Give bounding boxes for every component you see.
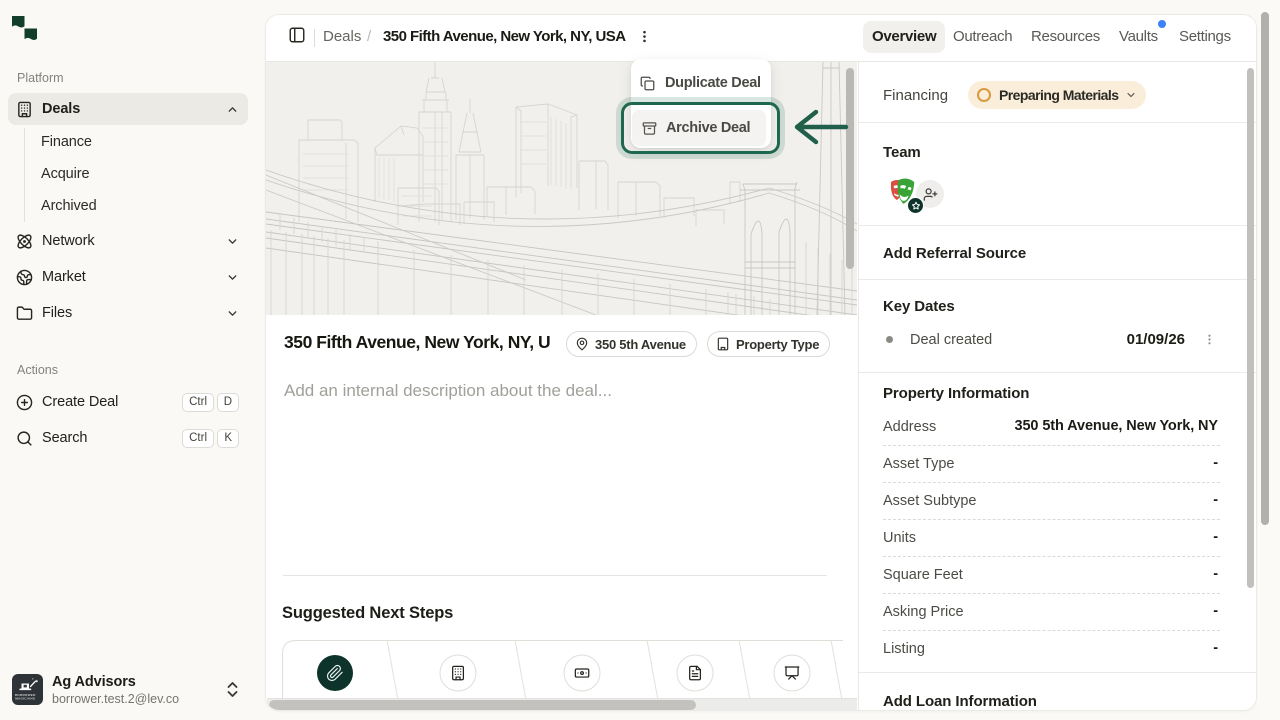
svg-text:MAGICIANS: MAGICIANS (15, 697, 35, 701)
